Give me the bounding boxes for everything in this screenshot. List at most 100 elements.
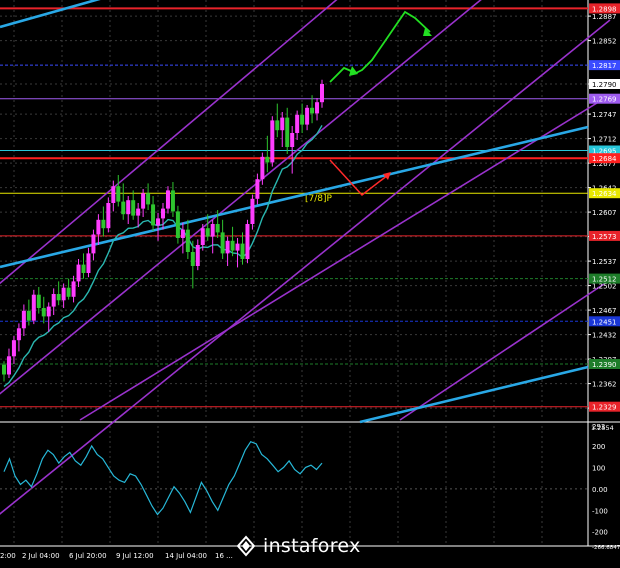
candle-body [255, 179, 260, 199]
candle-body [126, 200, 131, 215]
candle-body [16, 328, 21, 341]
candle-body [285, 117, 290, 147]
candle-body [290, 133, 295, 147]
candle-body [161, 208, 165, 219]
candle-body [146, 193, 151, 205]
candle-body [66, 287, 71, 297]
price-tick-label: 1.2537 [592, 258, 617, 266]
candle-body [76, 264, 81, 282]
price-tick-label: 1.2467 [592, 307, 617, 315]
candle-body [61, 287, 66, 301]
osc-tick-label: 0.00 [592, 486, 608, 494]
time-tick-label: 9 Jul 12:00 [116, 552, 154, 560]
candle-body [320, 84, 324, 103]
osc-tick-label: -266.6847 [592, 545, 620, 551]
candle-body [265, 156, 270, 163]
candle-body [235, 243, 240, 251]
candle-body [300, 114, 305, 125]
instaforex-logo-icon [236, 535, 256, 557]
candle-body [141, 193, 146, 209]
level-price-tag-text: 1.2451 [592, 318, 617, 326]
candle-body [116, 186, 121, 202]
osc-tick-label: -200 [592, 529, 608, 537]
candle-body [230, 240, 235, 251]
candle-body [136, 208, 141, 216]
time-tick-label: 2 Jul 04:00 [22, 552, 60, 560]
osc-tick-label: -100 [592, 507, 608, 515]
level-price-tag-text: 1.2898 [592, 5, 617, 13]
candle-body [71, 281, 76, 297]
candle-body [180, 229, 185, 238]
osc-tick-label: 100 [592, 464, 605, 472]
candle-body [6, 356, 11, 375]
candle-body [245, 224, 250, 259]
candle-body [210, 224, 215, 237]
candle-body [295, 114, 300, 133]
price-tick-label: 1.2362 [592, 381, 617, 389]
level-label: [7/8]P [305, 194, 333, 204]
level-price-tag-text: 1.2817 [592, 62, 617, 70]
candle-body [315, 102, 320, 114]
time-tick-label: 6 Jul 20:00 [69, 552, 107, 560]
candle-body [205, 228, 210, 237]
level-price-tag-text: 1.2634 [592, 190, 617, 198]
candle-body [2, 364, 6, 375]
time-tick-label: 14 Jul 04:00 [165, 552, 207, 560]
price-tick-label: 1.2712 [592, 136, 617, 144]
candle-body [305, 107, 310, 125]
candle-body [111, 186, 116, 203]
time-tick-label: 2:00 [0, 552, 16, 560]
level-price-tag-text: 1.2573 [592, 233, 617, 241]
price-tick-label: 1.2432 [592, 332, 617, 340]
watermark-text: instaforex [263, 535, 361, 557]
candle-body [190, 252, 195, 266]
price-tick-label: 1.2502 [592, 283, 617, 291]
candle-body [31, 294, 36, 321]
price-tick-label: 1.2852 [592, 38, 617, 46]
candle-body [86, 253, 91, 273]
candle-body [250, 198, 255, 224]
candle-body [280, 117, 285, 131]
watermark: instaforex [235, 532, 361, 560]
price-tick-label: 1.2887 [592, 13, 617, 21]
candle-body [96, 219, 101, 235]
osc-tick-label: 200 [592, 443, 605, 451]
candle-body [91, 234, 96, 254]
last-price-tag-text: 1.2790 [592, 81, 617, 89]
price-tick-label: 1.2607 [592, 209, 617, 217]
candle-body [51, 294, 56, 307]
candle-body [215, 224, 220, 233]
candle-body [36, 294, 41, 308]
candle-body [185, 229, 190, 252]
candle-body [81, 264, 86, 273]
candle-body [165, 190, 170, 209]
level-price-tag-text: 1.2684 [592, 155, 617, 163]
chart-root: [7/8]P 1.2887 1.2852 1.2790 1.2747 1.2712 1.2… [0, 0, 620, 564]
level-price-tag-text: 1.2390 [592, 361, 617, 369]
candle-body [220, 232, 225, 254]
time-axis: 2:00 2 Jul 04:00 6 Jul 20:00 9 Jul 12:00 14 … [0, 552, 233, 560]
price-tick-label: 1.2747 [592, 111, 617, 119]
candle-body [260, 156, 265, 180]
osc-tick-label: 293 [592, 423, 605, 431]
candle-body [156, 218, 161, 226]
candle-body [21, 310, 26, 329]
candle-body [275, 120, 280, 131]
candle-body [175, 211, 180, 238]
candle-body [56, 294, 61, 301]
candle-body [121, 201, 126, 215]
candle-body [106, 203, 111, 229]
candle-body [41, 308, 46, 317]
candle-body [101, 219, 106, 229]
candle-body [131, 200, 136, 216]
level-price-tag-text: 1.2769 [592, 96, 617, 104]
candle-body [270, 120, 275, 163]
level-price-tag-text: 1.2512 [592, 276, 617, 284]
candle-body [310, 107, 315, 114]
candle-body [46, 306, 51, 317]
level-price-tag-text: 1.2329 [592, 404, 617, 412]
candle-body [11, 340, 16, 357]
candle-body [26, 310, 31, 321]
candle-body [151, 204, 156, 226]
candle-body [225, 240, 230, 254]
